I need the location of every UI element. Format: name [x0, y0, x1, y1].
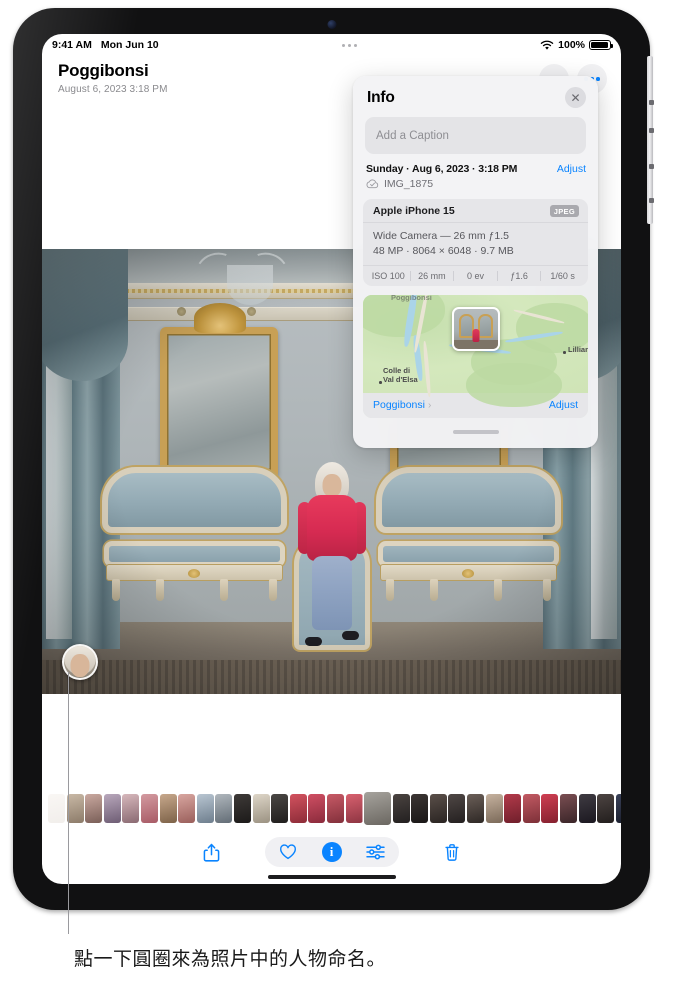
status-date: Mon Jun 10 [100, 39, 159, 51]
share-button[interactable] [195, 837, 229, 867]
map-label-lilliano: Lilliano [568, 345, 588, 355]
cloud-check-icon [366, 179, 379, 189]
caption-input[interactable]: Add a Caption [365, 117, 586, 154]
filmstrip-thumb[interactable] [215, 793, 233, 823]
filmstrip-thumb[interactable] [597, 793, 615, 823]
map-place-link[interactable]: Poggibonsi › [373, 399, 431, 411]
filmstrip-thumb[interactable] [411, 793, 429, 823]
date-adjust-link[interactable]: Adjust [557, 163, 586, 175]
exif-focal: 26 mm [418, 271, 446, 282]
map-place-label: Poggibonsi [373, 399, 425, 412]
format-badge: JPEG [549, 205, 579, 217]
filmstrip-thumb-current[interactable] [364, 791, 392, 825]
device-side-button-3[interactable] [649, 164, 654, 169]
filmstrip-thumb[interactable] [467, 793, 485, 823]
filmstrip-thumb[interactable] [289, 793, 307, 823]
filmstrip-thumb[interactable] [429, 793, 447, 823]
photo-date: Sunday · Aug 6, 2023 · 3:18 PM [366, 163, 518, 175]
battery-icon [589, 40, 614, 50]
map-label-poggibonsi-top: Poggibonsi [391, 295, 432, 303]
filmstrip-thumb[interactable] [522, 793, 540, 823]
camera-info-card: Apple iPhone 15 JPEG Wide Camera — 26 mm… [363, 199, 588, 287]
screenshot-root: 9:41 AM Mon Jun 10 100% Poggibonsi Augus… [0, 0, 692, 987]
ipad-device-frame: 9:41 AM Mon Jun 10 100% Poggibonsi Augus… [13, 8, 654, 910]
multitask-dots-icon[interactable] [341, 43, 357, 47]
annotation-caption: 點一下圓圈來為照片中的人物命名。 [74, 948, 387, 970]
home-indicator[interactable] [267, 875, 396, 879]
file-specs: 48 MP · 8064 × 6048 · 9.7 MB [373, 245, 514, 258]
filmstrip-thumb[interactable] [392, 793, 410, 823]
trash-icon [444, 843, 459, 861]
filmstrip-thumb[interactable] [578, 793, 596, 823]
adjust-button[interactable] [359, 837, 393, 867]
info-panel-header: Info ✕ [353, 76, 598, 114]
filmstrip-thumb[interactable] [504, 793, 522, 823]
filmstrip-thumb[interactable] [252, 793, 270, 823]
battery-percent-label: 100% [558, 39, 585, 51]
file-name: IMG_1875 [384, 178, 434, 190]
lens-info: Wide Camera — 26 mm ƒ1.5 [373, 230, 509, 242]
exif-shutter: 1/60 s [550, 271, 575, 282]
front-camera-icon [327, 20, 336, 29]
delete-button[interactable] [435, 837, 469, 867]
filmstrip-thumb[interactable] [541, 793, 559, 823]
date-row: Sunday · Aug 6, 2023 · 3:18 PM Adjust [353, 154, 598, 175]
filmstrip-thumb[interactable] [48, 793, 65, 823]
toolbar-pill-group: i [264, 837, 399, 867]
filmstrip-thumb[interactable] [178, 793, 196, 823]
exif-iso: ISO 100 [371, 271, 405, 282]
filmstrip-thumb[interactable] [140, 793, 158, 823]
filmstrip-thumb[interactable] [485, 793, 503, 823]
filmstrip-thumb[interactable] [233, 793, 251, 823]
info-button[interactable]: i [315, 837, 349, 867]
favorite-button[interactable] [271, 837, 305, 867]
callout-leader-line [68, 672, 70, 934]
chevron-right-icon: › [427, 399, 432, 411]
screen: 9:41 AM Mon Jun 10 100% Poggibonsi Augus… [42, 34, 621, 884]
info-icon: i [321, 842, 342, 862]
status-bar: 9:41 AM Mon Jun 10 100% [42, 34, 621, 56]
photo-filmstrip[interactable] [42, 790, 621, 826]
filmstrip-thumb[interactable] [345, 793, 363, 823]
map-adjust-link[interactable]: Adjust [549, 399, 578, 411]
settee-right [376, 467, 561, 607]
volume-down-button[interactable] [649, 128, 654, 133]
device-side-button-4[interactable] [649, 198, 654, 203]
filmstrip-thumb[interactable] [159, 793, 177, 823]
panel-grab-handle[interactable] [452, 430, 499, 435]
exif-row: ISO 100 26 mm 0 ev ƒ1.6 1/60 s [363, 265, 588, 286]
camera-device-name: Apple iPhone 15 [373, 205, 455, 217]
close-icon[interactable]: ✕ [565, 87, 586, 108]
filmstrip-thumb[interactable] [560, 793, 578, 823]
map-photo-thumbnail[interactable] [451, 307, 500, 352]
caption-placeholder: Add a Caption [376, 129, 449, 142]
info-panel: Info ✕ Add a Caption Sunday · Aug 6, 202… [353, 76, 598, 449]
filmstrip-thumb[interactable] [615, 793, 621, 823]
filmstrip-thumb[interactable] [308, 793, 326, 823]
filmstrip-thumb[interactable] [122, 793, 140, 823]
filmstrip-thumb[interactable] [103, 793, 121, 823]
info-panel-title: Info [367, 88, 395, 106]
filmstrip-thumb[interactable] [196, 793, 214, 823]
settee-left [102, 467, 287, 607]
bottom-toolbar: i [42, 834, 621, 870]
file-row: IMG_1875 [353, 175, 598, 190]
location-map-card: Poggibonsi Colle di Val d'Elsa Lilliano [363, 295, 588, 419]
filmstrip-thumb[interactable] [271, 793, 289, 823]
exif-aperture: ƒ1.6 [510, 271, 528, 282]
map-view[interactable]: Poggibonsi Colle di Val d'Elsa Lilliano [363, 295, 588, 408]
filmstrip-thumb[interactable] [326, 793, 344, 823]
share-icon [203, 843, 220, 862]
exif-exposure: 0 ev [466, 271, 484, 282]
filmstrip-thumb[interactable] [85, 793, 103, 823]
volume-up-button[interactable] [649, 100, 654, 105]
heart-icon [279, 844, 296, 860]
person-in-photo [297, 462, 366, 646]
wifi-icon [540, 40, 554, 50]
adjust-sliders-icon [366, 844, 385, 860]
filmstrip-thumb[interactable] [448, 793, 466, 823]
map-label-colle: Colle di Val d'Elsa [383, 366, 418, 385]
status-time: 9:41 AM [52, 39, 92, 51]
